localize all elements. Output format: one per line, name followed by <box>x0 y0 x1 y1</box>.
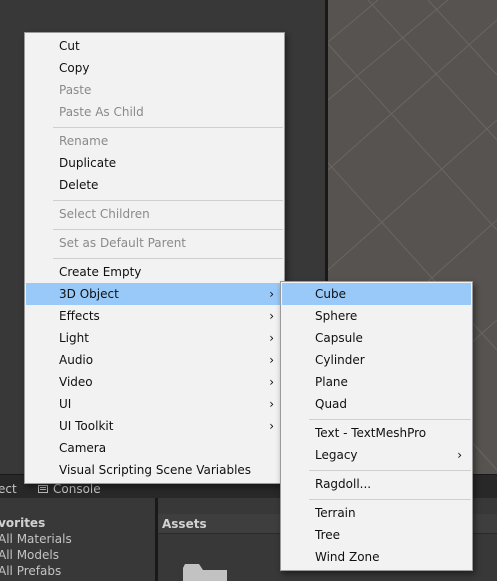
menu-item-label: Delete <box>59 178 99 192</box>
menu-item-legacy[interactable]: Legacy › <box>282 444 471 466</box>
menu-item-text-textmeshpro[interactable]: Text - TextMeshPro <box>282 422 471 444</box>
chevron-right-icon: › <box>269 419 274 433</box>
tab-project-label: ect <box>0 482 17 496</box>
menu-separator <box>309 499 471 500</box>
menu-item-label: UI <box>59 397 72 411</box>
menu-separator <box>53 127 283 128</box>
menu-item-label: Cut <box>59 39 80 53</box>
menu-item-label: Light <box>59 331 89 345</box>
menu-item-light[interactable]: Light › <box>26 327 283 349</box>
menu-item-label: Cube <box>315 287 346 301</box>
menu-separator <box>309 470 471 471</box>
menu-item-label: Tree <box>315 528 341 542</box>
favorites-item-all-prefabs[interactable]: All Prefabs <box>0 564 61 578</box>
menu-item-label: Paste <box>59 83 92 97</box>
menu-item-label: Audio <box>59 353 94 367</box>
menu-item-tree[interactable]: Tree <box>282 524 471 546</box>
menu-item-sphere[interactable]: Sphere <box>282 305 471 327</box>
menu-item-paste: Paste <box>26 79 283 101</box>
menu-item-ragdoll[interactable]: Ragdoll... <box>282 473 471 495</box>
folder-icon[interactable] <box>181 560 229 581</box>
menu-item-label: Select Children <box>59 207 150 221</box>
menu-item-label: Video <box>59 375 93 389</box>
3d-object-submenu: Cube Sphere Capsule Cylinder Plane Quad … <box>280 281 473 571</box>
menu-item-label: Wind Zone <box>315 550 380 564</box>
menu-item-select-children: Select Children <box>26 203 283 225</box>
panel-splitter[interactable] <box>155 498 158 581</box>
menu-item-label: Ragdoll... <box>315 477 372 491</box>
menu-item-wind-zone[interactable]: Wind Zone <box>282 546 471 568</box>
menu-item-camera[interactable]: Camera <box>26 437 283 459</box>
menu-item-audio[interactable]: Audio › <box>26 349 283 371</box>
hierarchy-context-menu: Cut Copy Paste Paste As Child Rename Dup… <box>24 32 285 484</box>
menu-item-label: Effects <box>59 309 100 323</box>
chevron-right-icon: › <box>269 397 274 411</box>
menu-item-3d-object[interactable]: 3D Object › <box>26 283 283 305</box>
tab-project[interactable]: ect <box>0 479 17 499</box>
menu-item-label: Create Empty <box>59 265 142 279</box>
menu-separator <box>53 229 283 230</box>
menu-item-copy[interactable]: Copy <box>26 57 283 79</box>
menu-item-visual-scripting-scene-variables[interactable]: Visual Scripting Scene Variables <box>26 459 283 481</box>
menu-item-label: Text - TextMeshPro <box>315 426 427 440</box>
menu-item-label: Legacy <box>315 448 358 462</box>
menu-item-rename: Rename <box>26 130 283 152</box>
menu-item-label: Sphere <box>315 309 358 323</box>
favorites-item-all-materials[interactable]: All Materials <box>0 532 72 546</box>
menu-item-duplicate[interactable]: Duplicate <box>26 152 283 174</box>
menu-item-label: Cylinder <box>315 353 365 367</box>
menu-separator <box>53 258 283 259</box>
menu-item-label: Duplicate <box>59 156 117 170</box>
favorites-item-all-models[interactable]: All Models <box>0 548 59 562</box>
menu-item-create-empty[interactable]: Create Empty <box>26 261 283 283</box>
chevron-right-icon: › <box>269 331 274 345</box>
chevron-right-icon: › <box>269 287 274 301</box>
menu-item-video[interactable]: Video › <box>26 371 283 393</box>
chevron-right-icon: › <box>269 353 274 367</box>
menu-item-label: Camera <box>59 441 107 455</box>
menu-item-label: 3D Object <box>59 287 119 301</box>
chevron-right-icon: › <box>269 309 274 323</box>
menu-item-cut[interactable]: Cut <box>26 35 283 57</box>
menu-separator <box>53 200 283 201</box>
favorites-header: avorites <box>0 516 46 530</box>
menu-item-terrain[interactable]: Terrain <box>282 502 471 524</box>
menu-item-plane[interactable]: Plane <box>282 371 471 393</box>
chevron-right-icon: › <box>269 375 274 389</box>
menu-item-label: Quad <box>315 397 348 411</box>
menu-item-delete[interactable]: Delete <box>26 174 283 196</box>
menu-item-label: Plane <box>315 375 348 389</box>
menu-item-cylinder[interactable]: Cylinder <box>282 349 471 371</box>
menu-item-label: Set as Default Parent <box>59 236 187 250</box>
menu-item-label: Terrain <box>315 506 356 520</box>
menu-item-label: Paste As Child <box>59 105 144 119</box>
menu-item-effects[interactable]: Effects › <box>26 305 283 327</box>
menu-item-label: Capsule <box>315 331 363 345</box>
menu-item-ui[interactable]: UI › <box>26 393 283 415</box>
menu-item-paste-as-child: Paste As Child <box>26 101 283 123</box>
menu-item-label: Copy <box>59 61 90 75</box>
console-icon <box>38 485 48 493</box>
chevron-right-icon: › <box>457 448 462 462</box>
menu-item-set-default-parent: Set as Default Parent <box>26 232 283 254</box>
menu-item-label: UI Toolkit <box>59 419 114 433</box>
menu-separator <box>309 419 471 420</box>
menu-item-ui-toolkit[interactable]: UI Toolkit › <box>26 415 283 437</box>
menu-item-label: Rename <box>59 134 109 148</box>
menu-item-cube[interactable]: Cube <box>282 283 471 305</box>
menu-item-quad[interactable]: Quad <box>282 393 471 415</box>
menu-item-label: Visual Scripting Scene Variables <box>59 463 252 477</box>
menu-item-capsule[interactable]: Capsule <box>282 327 471 349</box>
